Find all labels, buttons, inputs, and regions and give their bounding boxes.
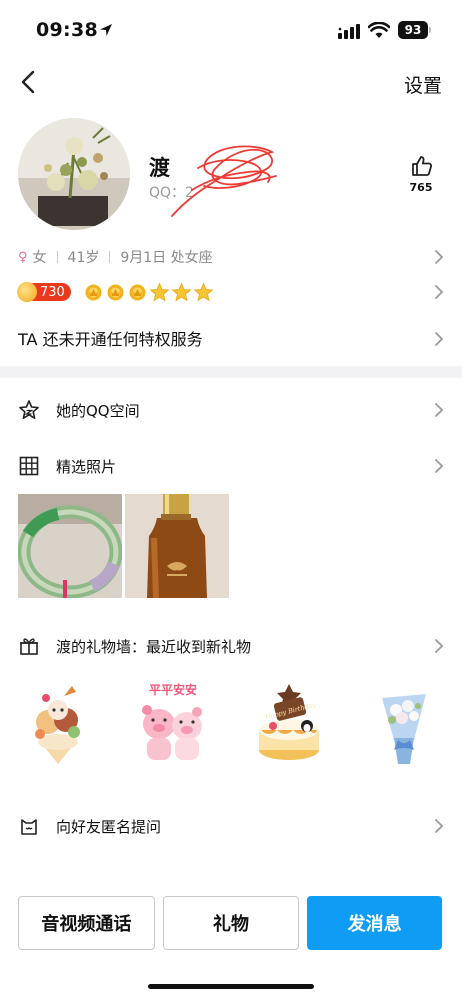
separator [56,251,58,263]
battery-indicator: 93 [398,21,428,39]
back-chevron-icon[interactable] [16,68,40,96]
home-indicator[interactable] [148,984,314,989]
thumbs-up-icon[interactable] [411,155,433,177]
location-arrow-icon [100,24,112,36]
chevron-right-icon [435,250,444,264]
gift-wall-item[interactable]: 渡的礼物墙：最近收到新礼物 [18,632,444,660]
pig-couple-gift[interactable]: 平平安安 [133,680,213,768]
gift-wall-label: 渡的礼物墙：最近收到新礼物 [56,637,252,656]
star-level-icon [149,282,170,302]
crown-level-icon [129,284,146,301]
birthday-cake-gift[interactable]: Happy Birthday [249,680,329,768]
star-level-icon [171,282,192,302]
settings-link[interactable]: 设置 [404,71,442,98]
avatar[interactable] [18,118,130,230]
privilege-row[interactable]: TA 还未开通任何特权服务 [18,326,444,352]
birthday-text: 9月1日 处女座 [120,250,213,266]
separator [109,251,111,263]
level-row[interactable]: 730 [17,280,444,304]
age-text: 41岁 [67,250,100,266]
chevron-right-icon [435,459,444,473]
star-level-icon [193,282,214,302]
qzone-item[interactable]: 她的QQ空间 [18,396,444,424]
vip-level-badge: 730 [17,282,71,302]
gift-list: 平平安安 Happy Birthday [18,680,444,768]
cellular-signal-icon [338,24,360,39]
anon-question-item[interactable]: 向好友匿名提问 [18,812,444,840]
chevron-right-icon [435,285,444,299]
chevron-right-icon [435,819,444,833]
coin-icon [17,282,37,302]
star-outline-icon [18,399,40,421]
female-gender-icon: ♀ [18,249,28,265]
vip-level-number: 730 [40,284,65,300]
privilege-text: TA 还未开通任何特权服务 [18,330,203,349]
photo-jade-bangle[interactable] [18,494,122,598]
photo-amber-bottle[interactable] [125,494,229,598]
gift-caption: 平平安安 [149,682,197,697]
anon-question-label: 向好友匿名提问 [56,817,162,836]
crown-level-icon [85,284,102,301]
status-time: 09:38 [36,19,98,41]
redaction-scribble [171,145,277,217]
chevron-right-icon [435,403,444,417]
crown-level-icon [107,284,124,301]
gift-button[interactable]: 礼物 [162,896,300,950]
status-bar: 09:38 93 [0,0,462,54]
send-message-button[interactable]: 发消息 [307,896,443,950]
gift-icon [18,635,40,657]
basic-info-row[interactable]: ♀ 女 41岁 9月1日 处女座 [18,246,444,268]
section-divider [0,366,462,378]
action-bar: 音视频通话 礼物 发消息 [18,896,443,950]
chevron-right-icon [435,639,444,653]
photos-label: 精选照片 [56,457,117,476]
grid-icon [18,455,40,477]
chevron-right-icon [435,332,444,346]
battery-tip [429,27,431,33]
ice-cream-gift[interactable] [18,680,98,768]
video-call-button[interactable]: 音视频通话 [18,896,155,950]
photo-strip [18,494,229,598]
cat-mask-icon [18,815,40,837]
flower-bouquet-gift[interactable] [364,680,444,768]
qzone-label: 她的QQ空间 [56,401,140,420]
nickname: 渡 [149,156,170,180]
gender-text: 女 [32,250,47,266]
like-count: 765 [409,181,433,194]
photos-item[interactable]: 精选照片 [18,452,444,480]
wifi-icon [368,22,390,38]
